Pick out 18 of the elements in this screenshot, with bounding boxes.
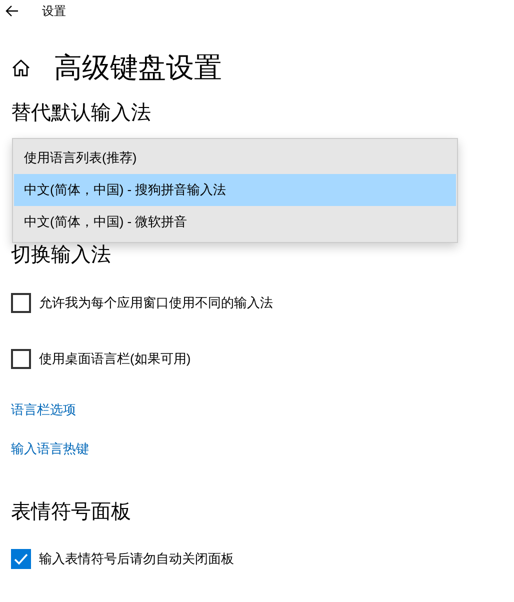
menu-item[interactable]: 中文(简体，中国) - 搜狗拼音输入法 [14,174,456,206]
menu-item[interactable]: 中文(简体，中国) - 微软拼音 [14,206,456,238]
link[interactable]: 语言栏选项 [11,401,76,419]
section-heading: 切换输入法 [11,243,112,268]
checkbox[interactable] [11,549,31,569]
checkbox-label: 输入表情符号后请勿自动关闭面板 [39,550,234,568]
checkbox[interactable] [11,293,31,313]
section-heading: 表情符号面板 [11,500,132,525]
section-heading: 替代默认输入法 [11,101,152,126]
back-icon[interactable] [5,5,19,17]
window-title: 设置 [42,2,66,20]
page-title: 高级键盘设置 [54,51,222,85]
checkbox[interactable] [11,349,31,369]
home-icon[interactable] [11,58,31,78]
link[interactable]: 输入语言热键 [11,440,89,458]
menu-item[interactable]: 使用语言列表(推荐) [14,142,456,174]
checkbox-label: 使用桌面语言栏(如果可用) [39,350,191,368]
checkbox-label: 允许我为每个应用窗口使用不同的输入法 [39,294,273,312]
